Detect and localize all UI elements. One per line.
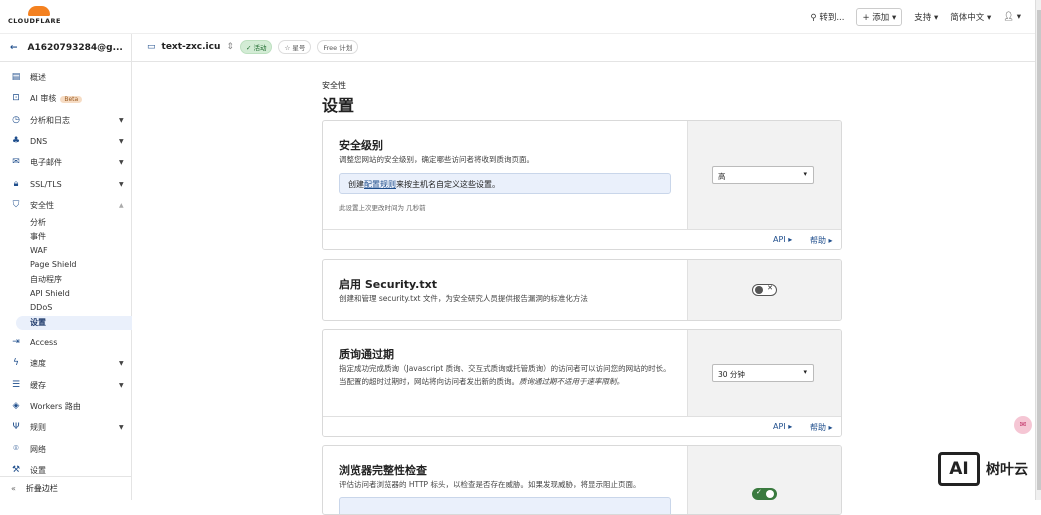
- double-chevron-left-icon: «: [11, 484, 16, 493]
- card-title: 启用 Security.txt: [339, 278, 437, 291]
- search-button[interactable]: ⚲ 转到...: [810, 11, 844, 23]
- sidebar-item-ai-audit[interactable]: ⊡ AI 审核 Beta: [0, 90, 131, 106]
- add-button[interactable]: + 添加 ▾: [856, 8, 903, 26]
- beta-badge: Beta: [60, 95, 83, 103]
- browser-integrity-toggle[interactable]: ✓: [752, 488, 777, 500]
- configuration-rules-link[interactable]: 配置规则: [364, 180, 396, 189]
- rules-icon: Ψ: [12, 422, 20, 432]
- browser-integrity-card: ✓ 浏览器完整性检查 评估访问者浏览器的 HTTP 标头，以检查是否存在威胁。如…: [322, 445, 842, 515]
- card-title: 质询通过期: [339, 348, 394, 361]
- email-icon: ✉: [12, 157, 20, 167]
- top-bar: CLOUDFLARE ⚲ 转到... + 添加 ▾ 支持 ▾ 简体中文 ▾ 👤︎…: [0, 0, 1035, 33]
- zone-switch-icon[interactable]: ⇕: [226, 42, 234, 52]
- zone-bar: ← A1620793284@g... ▭ text-zxc.icu ⇕ ✓ 活动 …: [0, 33, 1035, 62]
- workers-icon: ◈: [12, 401, 20, 411]
- sidebar-item-workers-routes[interactable]: ◈ Workers 路由: [0, 398, 131, 414]
- chevron-down-icon: ▼: [119, 359, 124, 367]
- document-icon: ▤: [11, 72, 21, 82]
- shield-icon: ⛉: [12, 200, 20, 210]
- sidebar-sub-events[interactable]: 事件: [30, 231, 46, 242]
- support-menu[interactable]: 支持 ▾: [914, 11, 938, 23]
- cloudflare-logo[interactable]: CLOUDFLARE: [8, 6, 68, 26]
- watermark: AI 树叶云: [938, 452, 1028, 486]
- storage-icon: ☰: [11, 380, 21, 390]
- card-description: 调整您网站的安全级别，确定哪些访问者将收到质询页面。: [339, 155, 534, 164]
- location-pin-icon: ⌾: [13, 444, 19, 454]
- back-arrow-icon[interactable]: ←: [10, 43, 18, 53]
- chevron-down-icon: ▼: [119, 381, 124, 389]
- card-title: 浏览器完整性检查: [339, 464, 427, 477]
- sidebar-item-security[interactable]: ⛉ 安全性 ▲: [0, 197, 131, 213]
- language-menu[interactable]: 简体中文 ▾: [950, 11, 991, 23]
- help-link[interactable]: 帮助 ▸: [810, 422, 833, 433]
- user-menu[interactable]: 👤︎ ▾: [1003, 12, 1021, 22]
- sidebar-sub-page-shield[interactable]: Page Shield: [30, 260, 77, 269]
- search-icon: ⚲: [810, 13, 820, 23]
- api-link[interactable]: API ▸: [773, 235, 792, 244]
- breadcrumb[interactable]: 安全性: [322, 80, 346, 91]
- security-txt-card: ✕ 启用 Security.txt 创建和管理 security.txt 文件，…: [322, 259, 842, 321]
- security-level-card: 高 安全级别 调整您网站的安全级别，确定哪些访问者将收到质询页面。 创建配置规则…: [322, 120, 842, 250]
- sidebar-item-cache[interactable]: ☰ 缓存 ▼: [0, 377, 131, 393]
- plan-badge[interactable]: Free 计划: [317, 40, 359, 54]
- account-switcher[interactable]: ← A1620793284@g...: [0, 34, 132, 62]
- security-txt-toggle[interactable]: ✕: [752, 284, 777, 296]
- sidebar-item-network[interactable]: ⌾ 网络: [0, 441, 131, 457]
- sidebar-item-speed[interactable]: ϟ 速度 ▼: [0, 355, 131, 371]
- sidebar-item-dns[interactable]: ♣ DNS ▼: [0, 133, 131, 149]
- card-description: 评估访问者浏览器的 HTTP 标头，以检查是否存在威胁。如果发现威胁，将显示阻止…: [339, 480, 641, 489]
- network-icon: ♣: [11, 136, 21, 146]
- sidebar-sub-settings[interactable]: 设置: [30, 317, 46, 328]
- zone-name[interactable]: text-zxc.icu: [162, 42, 221, 52]
- info-banner: 创建配置规则来按主机名自定义这些设置。: [339, 173, 671, 194]
- sidebar-item-email[interactable]: ✉ 电子邮件 ▼: [0, 154, 131, 170]
- chevron-down-icon: ▼: [119, 116, 124, 124]
- lock-icon: 🔒︎: [13, 179, 19, 189]
- help-link[interactable]: 帮助 ▸: [810, 235, 833, 246]
- sidebar-item-analytics[interactable]: ◷ 分析和日志 ▼: [0, 112, 131, 128]
- star-button[interactable]: ☆ 星号: [278, 40, 312, 54]
- page-title: 设置: [322, 96, 355, 115]
- wrench-icon: ⚒: [11, 465, 21, 475]
- sidebar-sub-bots[interactable]: 自动程序: [30, 274, 62, 285]
- last-modified-note: 此设置上次更改时间为 几秒前: [339, 204, 426, 212]
- challenge-passage-card: 30 分钟 质询通过期 指定成功完成质询（Javascript 质询、交互式质询…: [322, 329, 842, 437]
- card-description: 创建和管理 security.txt 文件，为安全研究人员提供报告漏洞的标准化方…: [339, 294, 588, 303]
- card-title: 安全级别: [339, 139, 383, 152]
- browser-window-icon: ▭: [147, 42, 156, 52]
- chevron-down-icon: ▼: [119, 137, 124, 145]
- api-link[interactable]: API ▸: [773, 422, 792, 431]
- challenge-passage-select[interactable]: 30 分钟: [712, 364, 814, 382]
- sidebar-sub-ddos[interactable]: DDoS: [30, 303, 52, 312]
- lightning-icon: ϟ: [13, 358, 19, 368]
- scrollbar[interactable]: [1035, 0, 1041, 500]
- access-icon: ⇥: [12, 337, 20, 347]
- robot-icon: ⊡: [12, 93, 20, 103]
- sidebar-item-rules[interactable]: Ψ 规则 ▼: [0, 419, 131, 435]
- chevron-down-icon: ▼: [119, 158, 124, 166]
- sidebar-sub-analytics[interactable]: 分析: [30, 217, 46, 228]
- collapse-sidebar-button[interactable]: «折叠边栏: [0, 476, 131, 500]
- sidebar-item-overview[interactable]: ▤ 概述: [0, 69, 131, 85]
- sidebar-item-access[interactable]: ⇥ Access: [0, 334, 131, 350]
- floating-assistant-button[interactable]: ✉: [1014, 416, 1032, 434]
- sidebar-item-ssl[interactable]: 🔒︎ SSL/TLS ▼: [0, 176, 131, 192]
- security-level-select[interactable]: 高: [712, 166, 814, 184]
- status-badge: ✓ 活动: [239, 40, 273, 54]
- clock-icon: ◷: [12, 115, 20, 125]
- chevron-down-icon: ▼: [119, 423, 124, 431]
- sidebar: ▤ 概述 ⊡ AI 审核 Beta ◷ 分析和日志 ▼ ♣ DNS ▼ ✉ 电子邮件 ▼ 🔒︎ SS…: [0, 62, 132, 500]
- chevron-up-icon: ▲: [119, 201, 124, 209]
- card-description: 指定成功完成质询（Javascript 质询、交互式质询或托管质询）的访问者可以…: [339, 364, 671, 386]
- sidebar-sub-waf[interactable]: WAF: [30, 246, 48, 255]
- user-icon: 👤︎: [1003, 12, 1015, 22]
- chevron-down-icon: ▼: [119, 180, 124, 188]
- sidebar-sub-api-shield[interactable]: API Shield: [30, 289, 70, 298]
